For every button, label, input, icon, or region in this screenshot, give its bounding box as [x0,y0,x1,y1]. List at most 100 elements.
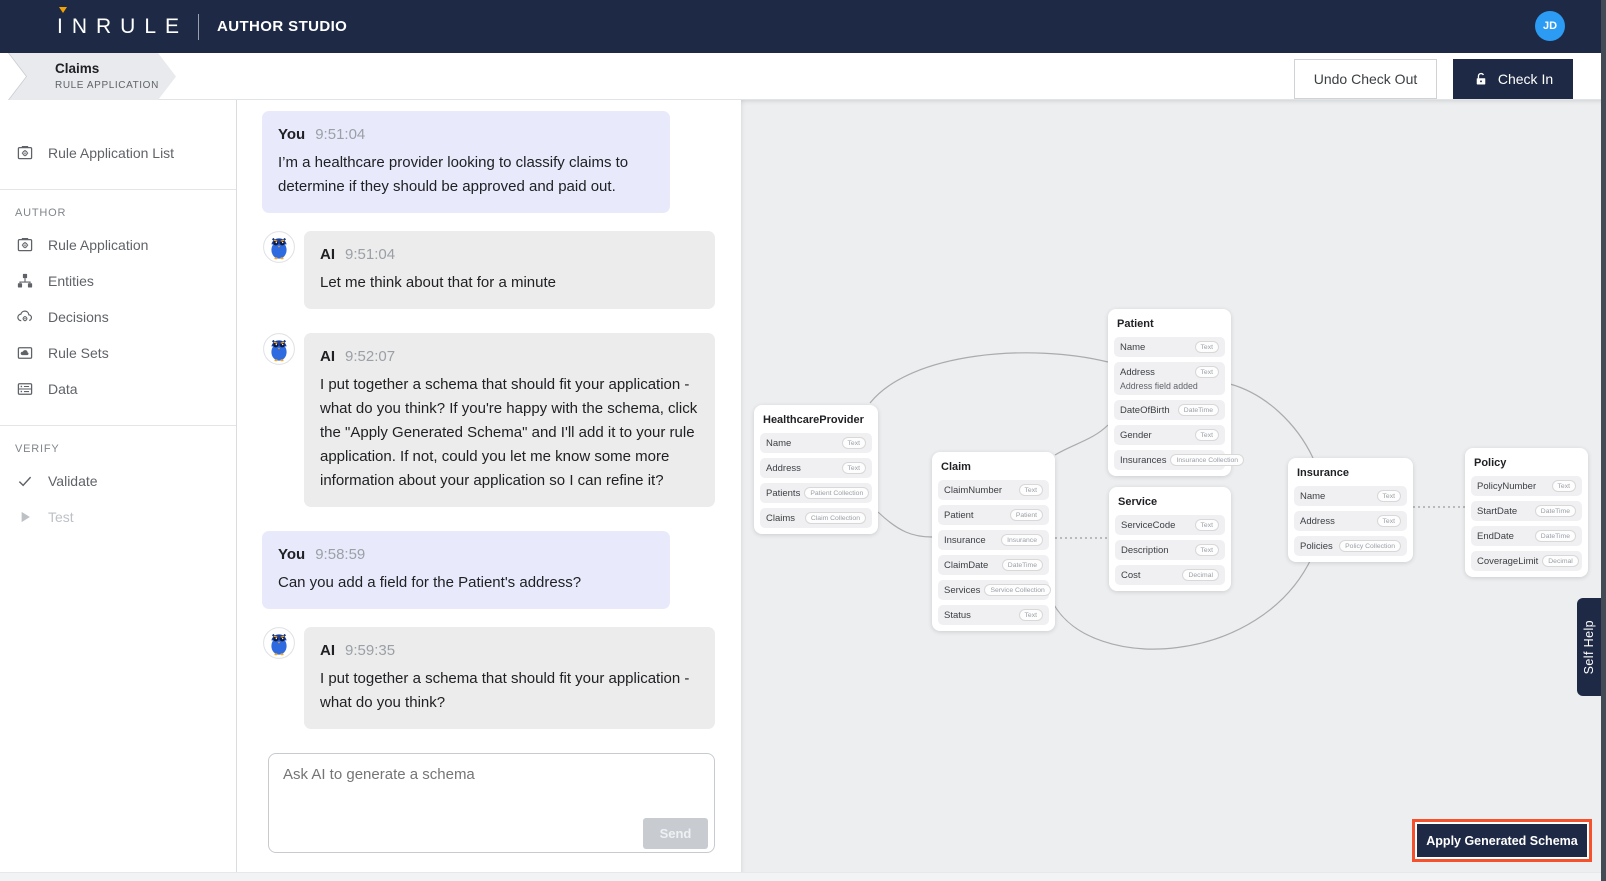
sidebar-item-data[interactable]: Data [0,371,236,407]
field-type-badge: Text [842,437,866,449]
chat-message-header: You9:51:04 [278,123,654,147]
entity-field-gender[interactable]: GenderText [1114,425,1225,445]
entity-title: Claim [938,456,1049,475]
chat-bubble: AI9:59:35I put together a schema that sh… [304,627,715,729]
chat-message-user: You9:58:59Can you add a field for the Pa… [262,531,741,609]
entity-field-main: PoliciesPolicy Collection [1300,540,1401,552]
field-name: ServiceCode [1121,520,1175,531]
entity-title: Patient [1114,313,1225,332]
entity-field-name[interactable]: NameText [1294,486,1407,506]
field-name: StartDate [1477,506,1517,517]
check-in-button[interactable]: Check In [1453,59,1573,99]
entity-field-claims[interactable]: ClaimsClaim Collection [760,508,872,528]
field-name: Claims [766,513,795,524]
self-help-tab[interactable]: Self Help [1577,598,1601,696]
chat-bubble: AI9:52:07I put together a schema that sh… [304,333,715,507]
top-app-bar: INRULE AUTHOR STUDIO JD [0,0,1606,53]
sidebar-item-rule-application-list[interactable]: Rule Application List [0,135,236,171]
ruleapp-icon [16,144,34,162]
entity-title: Insurance [1294,462,1407,481]
entity-field-claimnumber[interactable]: ClaimNumberText [938,480,1049,500]
chat-message-ai: AI9:59:35I put together a schema that sh… [263,627,741,729]
entity-card-service[interactable]: ServiceServiceCodeTextDescriptionTextCos… [1109,487,1231,591]
entity-field-startdate[interactable]: StartDate DateTime [1471,501,1582,521]
user-avatar[interactable]: JD [1535,11,1565,41]
chat-message-ai: AI9:51:04 Let me think about that for a m… [263,231,741,309]
ai-owl-avatar-icon [263,333,295,365]
entity-field-main: AddressText [766,462,866,474]
entity-field-status[interactable]: StatusText [938,605,1049,625]
entity-card-healthcareprovider[interactable]: HealthcareProvider Name Text AddressText Pat… [754,405,878,534]
entity-field-dateofbirth[interactable]: DateOfBirthDateTime [1114,400,1225,420]
sidebar-divider [0,189,236,190]
chat-message-header: AI9:51:04 [320,243,699,267]
field-type-badge: DateTime [1535,505,1576,517]
entity-field-insurances[interactable]: InsurancesInsurance Collection [1114,450,1225,470]
entity-field-name[interactable]: Name Text [760,433,872,453]
connection-provider-claim [878,512,932,537]
entity-card-insurance[interactable]: Insurance NameText AddressText PoliciesPoli… [1288,458,1413,562]
entity-field-main: Name Text [766,437,866,449]
entity-title: HealthcareProvider [760,409,872,428]
entity-card-patient[interactable]: Patient Name Text AddressText Address field … [1108,309,1231,476]
sidebar-item-label: Test [48,509,74,525]
sidebar-item-label: Data [48,381,78,397]
entity-card-claim[interactable]: Claim ClaimNumberText PatientPatient Insura… [932,452,1055,631]
schema-diagram-canvas[interactable]: HealthcareProviderNameTextAddressTextPat… [741,100,1601,872]
entity-card-policy[interactable]: PolicyPolicyNumberTextStartDateDateTimeE… [1465,448,1588,577]
sidebar-item-test[interactable]: Test [0,499,236,535]
sidebar-item-entities[interactable]: Entities [0,263,236,299]
entity-field-main: AddressText [1120,366,1219,378]
chat-sender: AI [320,642,335,659]
entity-field-insurance[interactable]: InsuranceInsurance [938,530,1049,550]
undo-check-out-button[interactable]: Undo Check Out [1294,59,1437,99]
ai-owl-avatar-icon [263,627,295,659]
chat-text: Let me think about that for a minute [320,271,699,295]
entity-field-address[interactable]: AddressText [760,458,872,478]
entity-field-enddate[interactable]: EndDateDateTime [1471,526,1582,546]
entity-field-patients[interactable]: PatientsPatient Collection [760,483,872,503]
field-name: Name [1120,342,1145,353]
chat-message-header: AI9:52:07 [320,345,699,369]
entity-field-servicecode[interactable]: ServiceCodeText [1115,515,1225,535]
sidebar-item-rule-application[interactable]: Rule Application [0,227,236,263]
connection-patient-insurance [1230,384,1313,458]
apply-generated-schema-button[interactable]: Apply Generated Schema [1417,824,1587,857]
entity-field-policies[interactable]: PoliciesPolicy Collection [1294,536,1407,556]
field-name: Name [766,438,791,449]
field-name: ClaimDate [944,560,988,571]
field-name: CoverageLimit [1477,556,1538,567]
sidebar-item-validate[interactable]: Validate [0,463,236,499]
field-name: Status [944,610,971,621]
entity-field-name[interactable]: Name Text [1114,337,1225,357]
validate-icon [16,472,34,490]
sidebar: Rule Application ListAUTHORRule Applicat… [0,100,237,872]
entity-field-main: InsurancesInsurance Collection [1120,454,1219,466]
sidebar-item-rule-sets[interactable]: Rule Sets [0,335,236,371]
entity-field-main: DescriptionText [1121,544,1219,556]
entity-field-description[interactable]: DescriptionText [1115,540,1225,560]
entity-field-main: Name Text [1120,341,1219,353]
vertical-scrollbar[interactable] [1601,0,1606,881]
send-button[interactable]: Send [643,818,708,849]
sidebar-section-verify: VERIFY [0,443,236,455]
entity-field-address[interactable]: AddressText [1294,511,1407,531]
entity-field-cost[interactable]: CostDecimal [1115,565,1225,585]
field-note: Address field added [1120,381,1219,391]
entity-field-services[interactable]: ServicesService Collection [938,580,1049,600]
chat-sender: You [278,126,305,143]
field-name: Cost [1121,570,1141,581]
chat-text: I put together a schema that should fit … [320,667,699,715]
entity-field-address[interactable]: AddressText Address field added [1114,362,1225,395]
brand-text: INRULE [57,15,188,38]
entity-field-main: ClaimsClaim Collection [766,512,866,524]
entity-field-patient[interactable]: PatientPatient [938,505,1049,525]
field-name: Policies [1300,541,1333,552]
sidebar-item-decisions[interactable]: Decisions [0,299,236,335]
entity-field-policynumber[interactable]: PolicyNumberText [1471,476,1582,496]
entity-field-claimdate[interactable]: ClaimDateDateTime [938,555,1049,575]
entity-field-coveragelimit[interactable]: CoverageLimitDecimal [1471,551,1582,571]
sidebar-item-label: Rule Application List [48,145,174,161]
horizontal-scrollbar[interactable] [0,872,1601,881]
field-type-badge: Text [1195,341,1219,353]
